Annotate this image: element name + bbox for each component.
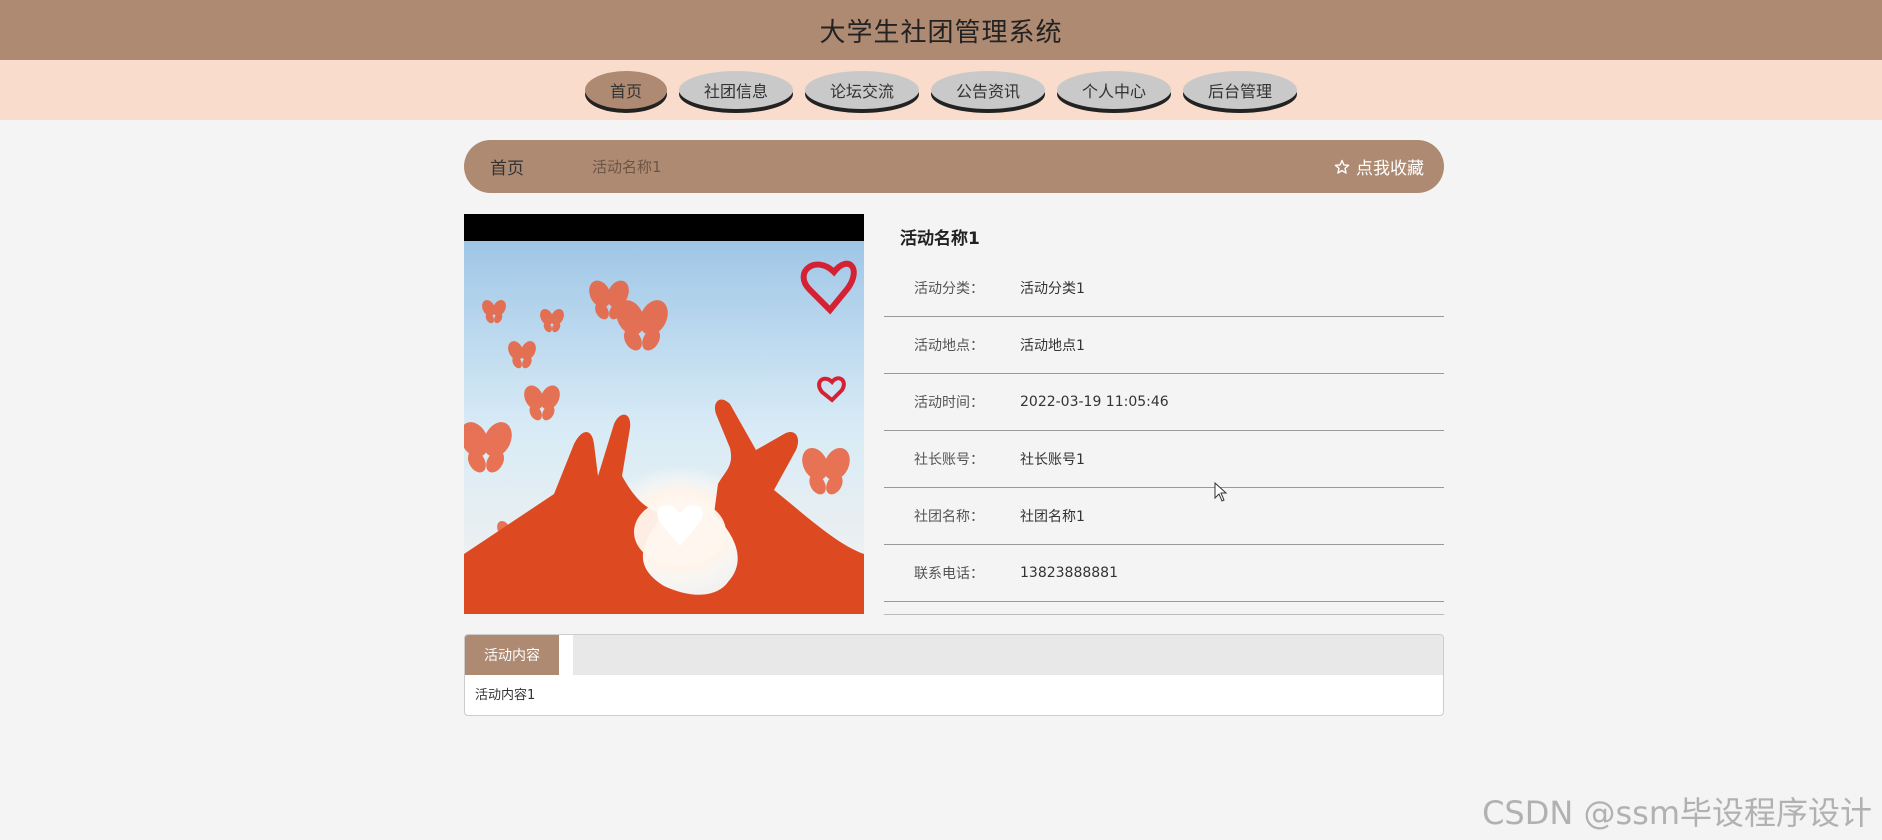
- content-panel: 活动内容 活动内容1: [464, 634, 1444, 716]
- activity-content-text: 活动内容1: [475, 688, 536, 703]
- row-value: 活动分类1: [1020, 281, 1085, 297]
- site-title: 大学生社团管理系统: [819, 17, 1063, 48]
- row-value: 社团名称1: [1020, 509, 1085, 525]
- mouse-cursor-icon: [1214, 481, 1228, 506]
- info-row-club-name: 社团名称： 社团名称1: [884, 488, 1444, 545]
- collect-label: 点我收藏: [1356, 159, 1424, 179]
- breadcrumb-current: 活动名称1: [592, 158, 662, 176]
- breadcrumb-home[interactable]: 首页: [490, 154, 524, 179]
- collect-button[interactable]: 点我收藏: [1334, 140, 1424, 193]
- info-row-time: 活动时间： 2022-03-19 11:05:46: [884, 374, 1444, 431]
- tab-spacer: [559, 635, 573, 675]
- site-header: 大学生社团管理系统: [0, 0, 1882, 60]
- nav-home[interactable]: 首页: [585, 71, 667, 109]
- row-value: 2022-03-19 11:05:46: [1020, 394, 1169, 410]
- breadcrumb: 首页 活动名称1 点我收藏: [464, 140, 1444, 193]
- tab-activity-content[interactable]: 活动内容: [465, 635, 559, 675]
- row-label: 活动地点：: [914, 338, 984, 354]
- row-label: 活动时间：: [914, 395, 984, 411]
- watermark: CSDN @ssm毕设程序设计: [1482, 794, 1872, 832]
- activity-name: 活动名称1: [900, 229, 980, 249]
- row-value: 活动地点1: [1020, 338, 1085, 354]
- nav-announcements[interactable]: 公告资讯: [931, 71, 1045, 109]
- nav-club-info[interactable]: 社团信息: [679, 71, 793, 109]
- info-row-location: 活动地点： 活动地点1: [884, 317, 1444, 374]
- content-tabs: 活动内容: [465, 635, 1443, 675]
- row-value: 13823888881: [1020, 565, 1118, 581]
- row-label: 社团名称：: [914, 509, 984, 525]
- main-nav: 首页 社团信息 论坛交流 公告资讯 个人中心 后台管理: [0, 60, 1882, 120]
- row-label: 活动分类：: [914, 281, 984, 297]
- star-icon: [1334, 159, 1350, 175]
- row-value: 社长账号1: [1020, 452, 1085, 468]
- divider: [884, 602, 1444, 615]
- nav-admin[interactable]: 后台管理: [1183, 71, 1297, 109]
- info-row-category: 活动分类： 活动分类1: [884, 260, 1444, 317]
- nav-forum[interactable]: 论坛交流: [805, 71, 919, 109]
- activity-image: [464, 214, 864, 614]
- row-label: 社长账号：: [914, 452, 984, 468]
- row-label: 联系电话：: [914, 566, 984, 582]
- nav-personal-center[interactable]: 个人中心: [1057, 71, 1171, 109]
- info-row-phone: 联系电话： 13823888881: [884, 545, 1444, 602]
- activity-detail: 活动名称1 活动分类： 活动分类1 活动地点： 活动地点1 活动时间： 2022…: [884, 214, 1444, 615]
- info-row-president-account: 社长账号： 社长账号1: [884, 431, 1444, 488]
